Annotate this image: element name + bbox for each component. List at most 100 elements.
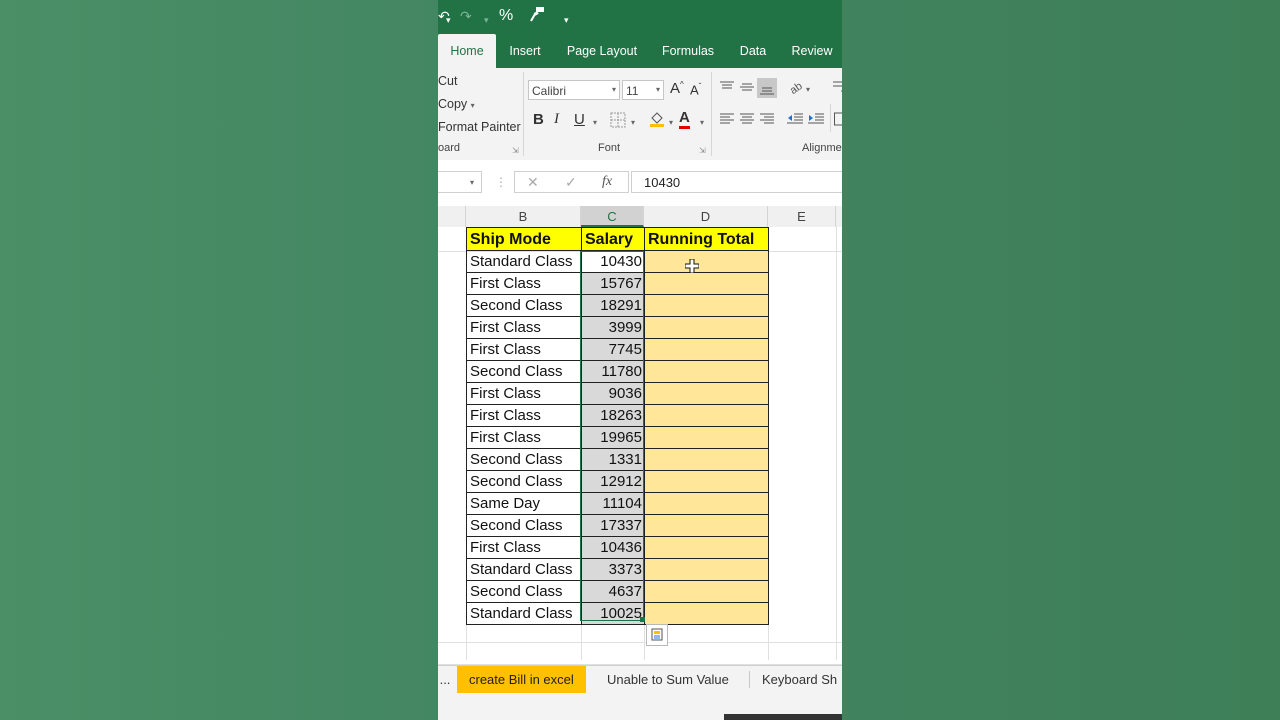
- name-box[interactable]: [438, 171, 482, 193]
- align-right-icon[interactable]: [759, 112, 775, 129]
- ship-mode-cell[interactable]: First Class: [466, 427, 581, 449]
- salary-cell[interactable]: 17337: [581, 515, 644, 537]
- borders-icon[interactable]: [610, 112, 626, 131]
- italic-button[interactable]: I: [554, 111, 559, 128]
- salary-cell[interactable]: 18263: [581, 405, 644, 427]
- salary-cell[interactable]: 4637: [581, 581, 644, 603]
- format-painter-button[interactable]: Format Painter: [438, 120, 521, 134]
- ship-mode-cell[interactable]: First Class: [466, 273, 581, 295]
- sheet-tab-create-bill[interactable]: create Bill in excel: [457, 666, 586, 693]
- ship-mode-cell[interactable]: Same Day: [466, 493, 581, 515]
- salary-cell[interactable]: 18291: [581, 295, 644, 317]
- font-color-button[interactable]: A: [679, 110, 690, 129]
- underline-dropdown-icon[interactable]: ▾: [593, 118, 597, 127]
- running-total-cell[interactable]: [644, 581, 769, 603]
- font-name-select[interactable]: Calibri: [528, 80, 620, 100]
- ship-mode-cell[interactable]: Standard Class: [466, 251, 581, 273]
- salary-cell[interactable]: 10430: [581, 251, 644, 273]
- ship-mode-cell[interactable]: Second Class: [466, 471, 581, 493]
- tab-review[interactable]: Review: [786, 34, 838, 68]
- ship-mode-cell[interactable]: First Class: [466, 339, 581, 361]
- orientation-icon[interactable]: ab: [788, 80, 805, 97]
- column-header-b[interactable]: B: [466, 206, 581, 227]
- header-ship-mode[interactable]: Ship Mode: [466, 227, 581, 251]
- percent-style-button[interactable]: %: [499, 6, 513, 26]
- ship-mode-cell[interactable]: First Class: [466, 317, 581, 339]
- column-header-e[interactable]: E: [768, 206, 836, 227]
- running-total-cell[interactable]: [644, 515, 769, 537]
- quick-analysis-button[interactable]: [646, 624, 668, 646]
- font-size-dropdown-icon[interactable]: ▾: [656, 85, 660, 94]
- running-total-cell[interactable]: [644, 339, 769, 361]
- header-running-total[interactable]: Running Total: [644, 227, 769, 251]
- sheet-tab-unable-to-sum[interactable]: Unable to Sum Value: [607, 666, 729, 693]
- merge-center-icon[interactable]: [834, 112, 842, 129]
- ship-mode-cell[interactable]: First Class: [466, 405, 581, 427]
- cancel-icon[interactable]: ✕: [527, 171, 539, 193]
- sheet-tab-keyboard-shortcuts[interactable]: Keyboard Sh: [762, 666, 837, 693]
- ship-mode-cell[interactable]: First Class: [466, 537, 581, 559]
- customize-toolbar-icon[interactable]: ▾: [564, 10, 569, 30]
- ship-mode-cell[interactable]: Second Class: [466, 361, 581, 383]
- salary-cell[interactable]: 11104: [581, 493, 644, 515]
- ship-mode-cell[interactable]: Second Class: [466, 295, 581, 317]
- font-launcher-icon[interactable]: ⇲: [699, 146, 706, 155]
- more-sheets-button[interactable]: ...: [438, 666, 452, 693]
- running-total-cell[interactable]: [644, 273, 769, 295]
- header-salary[interactable]: Salary: [581, 227, 644, 251]
- tab-page-layout[interactable]: Page Layout: [562, 34, 642, 68]
- salary-cell[interactable]: 12912: [581, 471, 644, 493]
- running-total-cell[interactable]: [644, 361, 769, 383]
- align-middle-icon[interactable]: [739, 80, 755, 97]
- align-top-icon[interactable]: [719, 80, 735, 97]
- formula-input[interactable]: 10430: [631, 171, 842, 193]
- clipboard-launcher-icon[interactable]: ⇲: [512, 146, 519, 155]
- running-total-cell[interactable]: [644, 559, 769, 581]
- scrollbar-thumb[interactable]: [724, 714, 842, 720]
- salary-cell[interactable]: 11780: [581, 361, 644, 383]
- fill-color-dropdown-icon[interactable]: ▾: [669, 118, 673, 127]
- running-total-cell[interactable]: [644, 295, 769, 317]
- font-name-dropdown-icon[interactable]: ▾: [612, 85, 616, 94]
- copy-dropdown-icon[interactable]: ▾: [471, 101, 475, 110]
- salary-cell[interactable]: 3373: [581, 559, 644, 581]
- enter-icon[interactable]: ✓: [565, 171, 577, 193]
- running-total-cell[interactable]: [644, 427, 769, 449]
- cut-button[interactable]: Cut: [438, 74, 457, 88]
- wrap-text-icon[interactable]: [832, 80, 842, 97]
- running-total-cell[interactable]: [644, 537, 769, 559]
- running-total-cell[interactable]: [644, 405, 769, 427]
- ship-mode-cell[interactable]: First Class: [466, 383, 581, 405]
- tab-data[interactable]: Data: [734, 34, 772, 68]
- ship-mode-cell[interactable]: Second Class: [466, 449, 581, 471]
- running-total-cell[interactable]: [644, 251, 769, 273]
- ship-mode-cell[interactable]: Second Class: [466, 581, 581, 603]
- borders-dropdown-icon[interactable]: ▾: [631, 118, 635, 127]
- fill-color-icon[interactable]: [648, 110, 666, 131]
- salary-cell[interactable]: 1331: [581, 449, 644, 471]
- name-box-dropdown-icon[interactable]: ▾: [470, 178, 474, 187]
- align-left-icon[interactable]: [719, 112, 735, 129]
- salary-cell[interactable]: 19965: [581, 427, 644, 449]
- ship-mode-cell[interactable]: Standard Class: [466, 603, 581, 625]
- salary-cell[interactable]: 3999: [581, 317, 644, 339]
- salary-cell[interactable]: 15767: [581, 273, 644, 295]
- increase-indent-icon[interactable]: [807, 112, 825, 129]
- tab-formulas[interactable]: Formulas: [656, 34, 720, 68]
- running-total-cell[interactable]: [644, 383, 769, 405]
- align-bottom-icon[interactable]: [757, 78, 777, 98]
- redo-icon[interactable]: ↷: [460, 6, 472, 26]
- running-total-cell[interactable]: [644, 449, 769, 471]
- copy-button[interactable]: Copy ▾: [438, 97, 475, 111]
- salary-cell[interactable]: 9036: [581, 383, 644, 405]
- salary-cell[interactable]: 7745: [581, 339, 644, 361]
- orientation-dropdown-icon[interactable]: ▾: [806, 85, 810, 94]
- column-header-c[interactable]: C: [581, 206, 644, 227]
- tab-home[interactable]: Home: [438, 34, 496, 68]
- font-color-dropdown-icon[interactable]: ▾: [700, 118, 704, 127]
- format-painter-icon[interactable]: [529, 6, 545, 27]
- grow-font-button[interactable]: A^: [670, 80, 684, 97]
- underline-button[interactable]: U: [574, 111, 585, 128]
- tab-insert[interactable]: Insert: [502, 34, 548, 68]
- running-total-cell[interactable]: [644, 317, 769, 339]
